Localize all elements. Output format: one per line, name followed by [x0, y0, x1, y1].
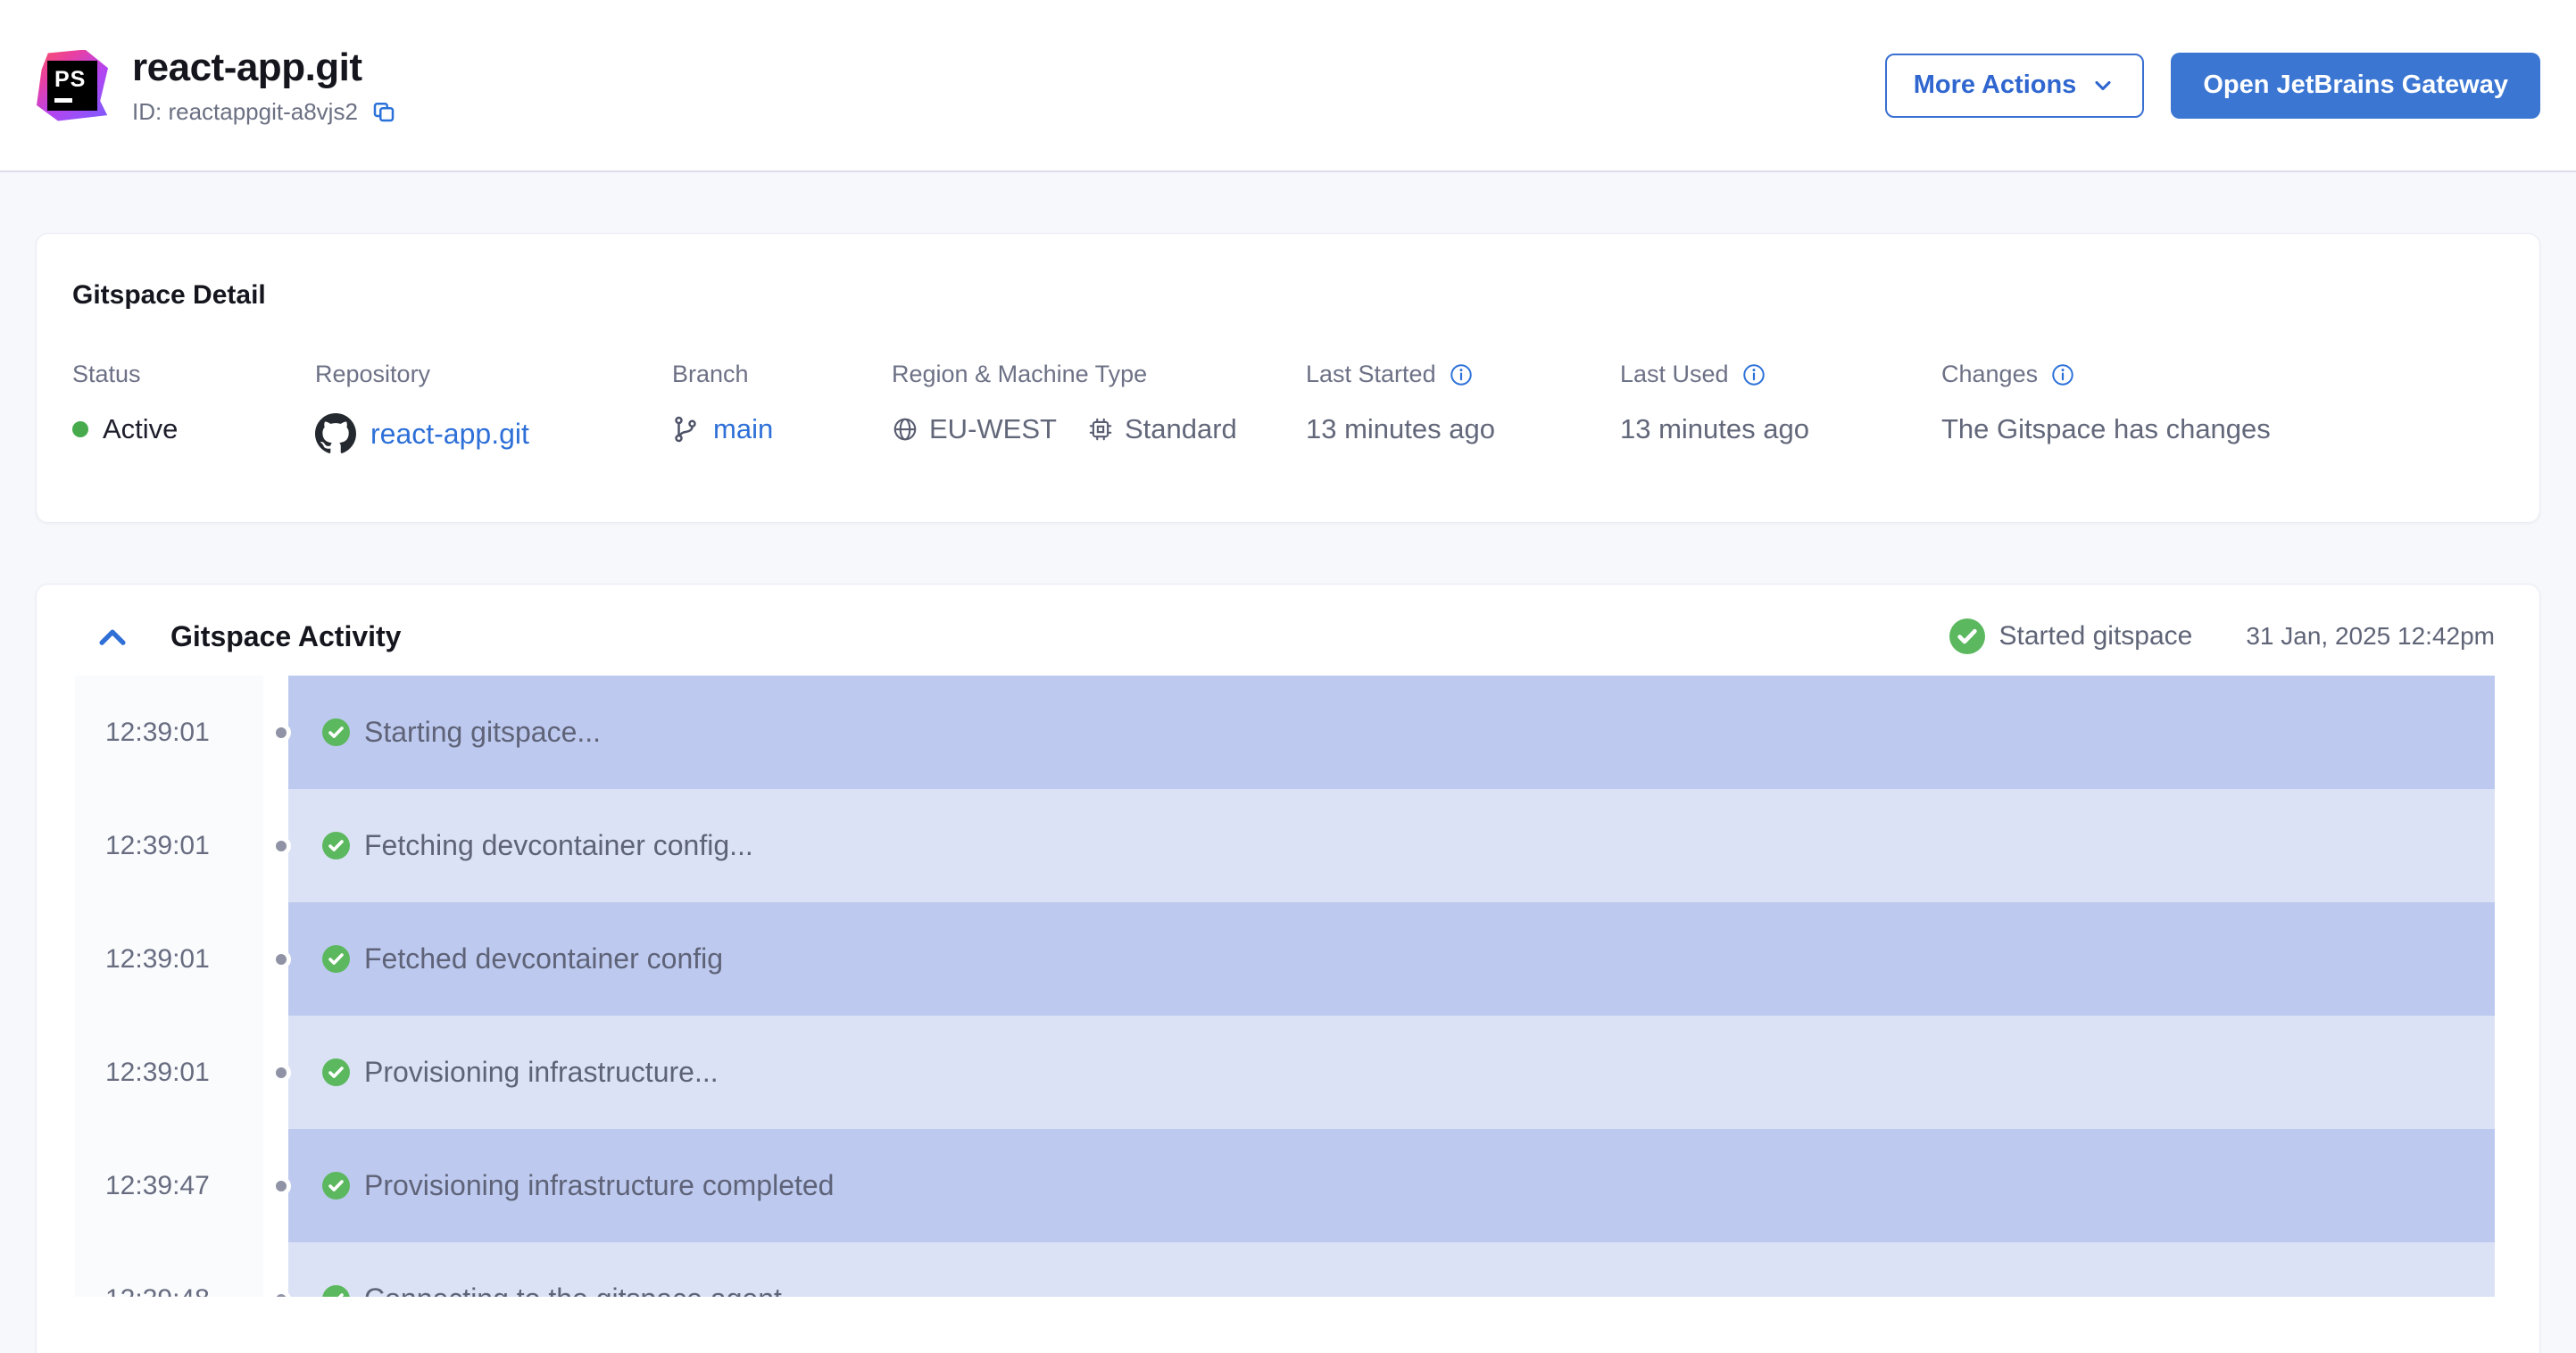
last-started-column: Last Started 13 minutes ago — [1306, 361, 1620, 445]
detail-card-title: Gitspace Detail — [72, 280, 266, 310]
timeline-dot-icon — [271, 835, 291, 856]
copy-id-button[interactable] — [370, 98, 397, 125]
git-branch-icon — [675, 416, 696, 443]
info-icon[interactable] — [1741, 362, 1766, 387]
chevron-up-icon — [99, 629, 126, 645]
activity-row: 12:39:01 Starting gitspace... — [75, 676, 2495, 789]
activity-row: 12:39:47 Provisioning infrastructure com… — [75, 1129, 2495, 1242]
collapse-activity-button[interactable] — [96, 621, 129, 652]
branch-column: Branch main — [672, 361, 892, 445]
more-actions-button[interactable]: More Actions — [1884, 53, 2145, 118]
last-started-value: 13 minutes ago — [1306, 413, 1495, 444]
check-icon — [322, 1058, 350, 1086]
activity-status-text: Started gitspace — [1998, 621, 2193, 651]
changes-value: The Gitspace has changes — [1941, 413, 2271, 444]
app-header: PS react-app.git ID: reactappgit-a8vjs2 … — [0, 0, 2576, 172]
last-used-label: Last Used — [1620, 361, 1729, 387]
check-icon — [322, 945, 350, 973]
timeline-track — [263, 1016, 291, 1129]
activity-log: 12:39:01 Starting gitspace... 12:39:01 F… — [75, 676, 2495, 1297]
event-time: 12:39:01 — [75, 676, 263, 789]
event-message: Fetching devcontainer config... — [364, 829, 753, 861]
success-check-icon — [1949, 618, 1985, 654]
last-started-label: Last Started — [1306, 361, 1436, 387]
event-message: Starting gitspace... — [364, 716, 602, 748]
event-time: 12:39:01 — [75, 789, 263, 902]
copy-icon — [373, 103, 395, 122]
timeline-track — [263, 1129, 291, 1242]
activity-row: 12:39:48 Connecting to the gitspace agen… — [75, 1242, 2495, 1297]
status-label: Status — [72, 361, 141, 387]
status-column: Status Active — [72, 361, 315, 445]
region-machine-column: Region & Machine Type EU-WEST Standard — [892, 361, 1306, 445]
activity-status-time: 31 Jan, 2025 12:42pm — [2246, 622, 2495, 650]
open-jetbrains-gateway-button[interactable]: Open JetBrains Gateway — [2171, 52, 2540, 119]
timeline-track — [263, 676, 291, 789]
event-message: Provisioning infrastructure completed — [364, 1169, 835, 1201]
activity-title: Gitspace Activity — [170, 619, 402, 652]
repository-column: Repository react-app.git — [315, 361, 672, 454]
check-icon — [322, 718, 350, 746]
gitspace-detail-card: Gitspace Detail Status Active Repository… — [36, 233, 2540, 523]
activity-row: 12:39:01 Fetching devcontainer config... — [75, 789, 2495, 902]
activity-row: 12:39:01 Fetched devcontainer config — [75, 902, 2495, 1016]
gitspace-activity-card: Gitspace Activity Started gitspace 31 Ja… — [36, 584, 2540, 1353]
activity-row: 12:39:01 Provisioning infrastructure... — [75, 1016, 2495, 1129]
timeline-dot-icon — [271, 949, 291, 969]
branch-link[interactable]: main — [713, 413, 773, 445]
timeline-track — [263, 789, 291, 902]
branch-label: Branch — [672, 361, 749, 387]
timeline-dot-icon — [271, 1175, 291, 1196]
check-icon — [322, 832, 350, 859]
gitspace-id: ID: reactappgit-a8vjs2 — [132, 97, 358, 125]
repository-link[interactable]: react-app.git — [370, 418, 529, 451]
github-icon — [315, 413, 356, 453]
changes-label: Changes — [1941, 361, 2039, 387]
event-time: 12:39:01 — [75, 902, 263, 1016]
timeline-dot-icon — [271, 722, 291, 743]
more-actions-label: More Actions — [1913, 71, 2077, 99]
event-message: Connecting to the gitspace agent... — [364, 1282, 806, 1297]
region-value: EU-WEST — [929, 413, 1057, 444]
open-gateway-label: Open JetBrains Gateway — [2203, 71, 2508, 99]
event-time: 12:39:01 — [75, 1016, 263, 1129]
logo-text: PS — [54, 66, 87, 92]
event-message: Fetched devcontainer config — [364, 942, 724, 975]
repository-label: Repository — [315, 361, 431, 387]
event-time: 12:39:48 — [75, 1242, 263, 1297]
check-icon — [322, 1285, 350, 1297]
machine-type-icon — [1089, 418, 1112, 441]
info-icon[interactable] — [2050, 362, 2075, 387]
changes-column: Changes The Gitspace has changes — [1941, 361, 2271, 445]
check-icon — [322, 1172, 350, 1199]
last-used-column: Last Used 13 minutes ago — [1620, 361, 1941, 445]
timeline-dot-icon — [271, 1289, 291, 1297]
last-used-value: 13 minutes ago — [1620, 413, 1809, 444]
page-title: react-app.git — [132, 45, 362, 89]
logo-box: PS — [47, 60, 97, 111]
logo-underscore — [54, 97, 72, 103]
event-time: 12:39:47 — [75, 1129, 263, 1242]
event-message: Provisioning infrastructure... — [364, 1056, 719, 1088]
phpstorm-logo-icon: PS — [36, 49, 109, 122]
info-icon[interactable] — [1449, 362, 1474, 387]
timeline-track — [263, 902, 291, 1016]
status-value: Active — [103, 413, 179, 444]
region-machine-label: Region & Machine Type — [892, 361, 1148, 387]
timeline-dot-icon — [271, 1062, 291, 1083]
timeline-track — [263, 1242, 291, 1297]
status-dot-icon — [72, 421, 88, 437]
chevron-down-icon — [2095, 80, 2111, 90]
machine-type-value: Standard — [1124, 413, 1237, 444]
main-content: Gitspace Detail Status Active Repository… — [0, 233, 2576, 1353]
globe-icon — [893, 418, 917, 441]
